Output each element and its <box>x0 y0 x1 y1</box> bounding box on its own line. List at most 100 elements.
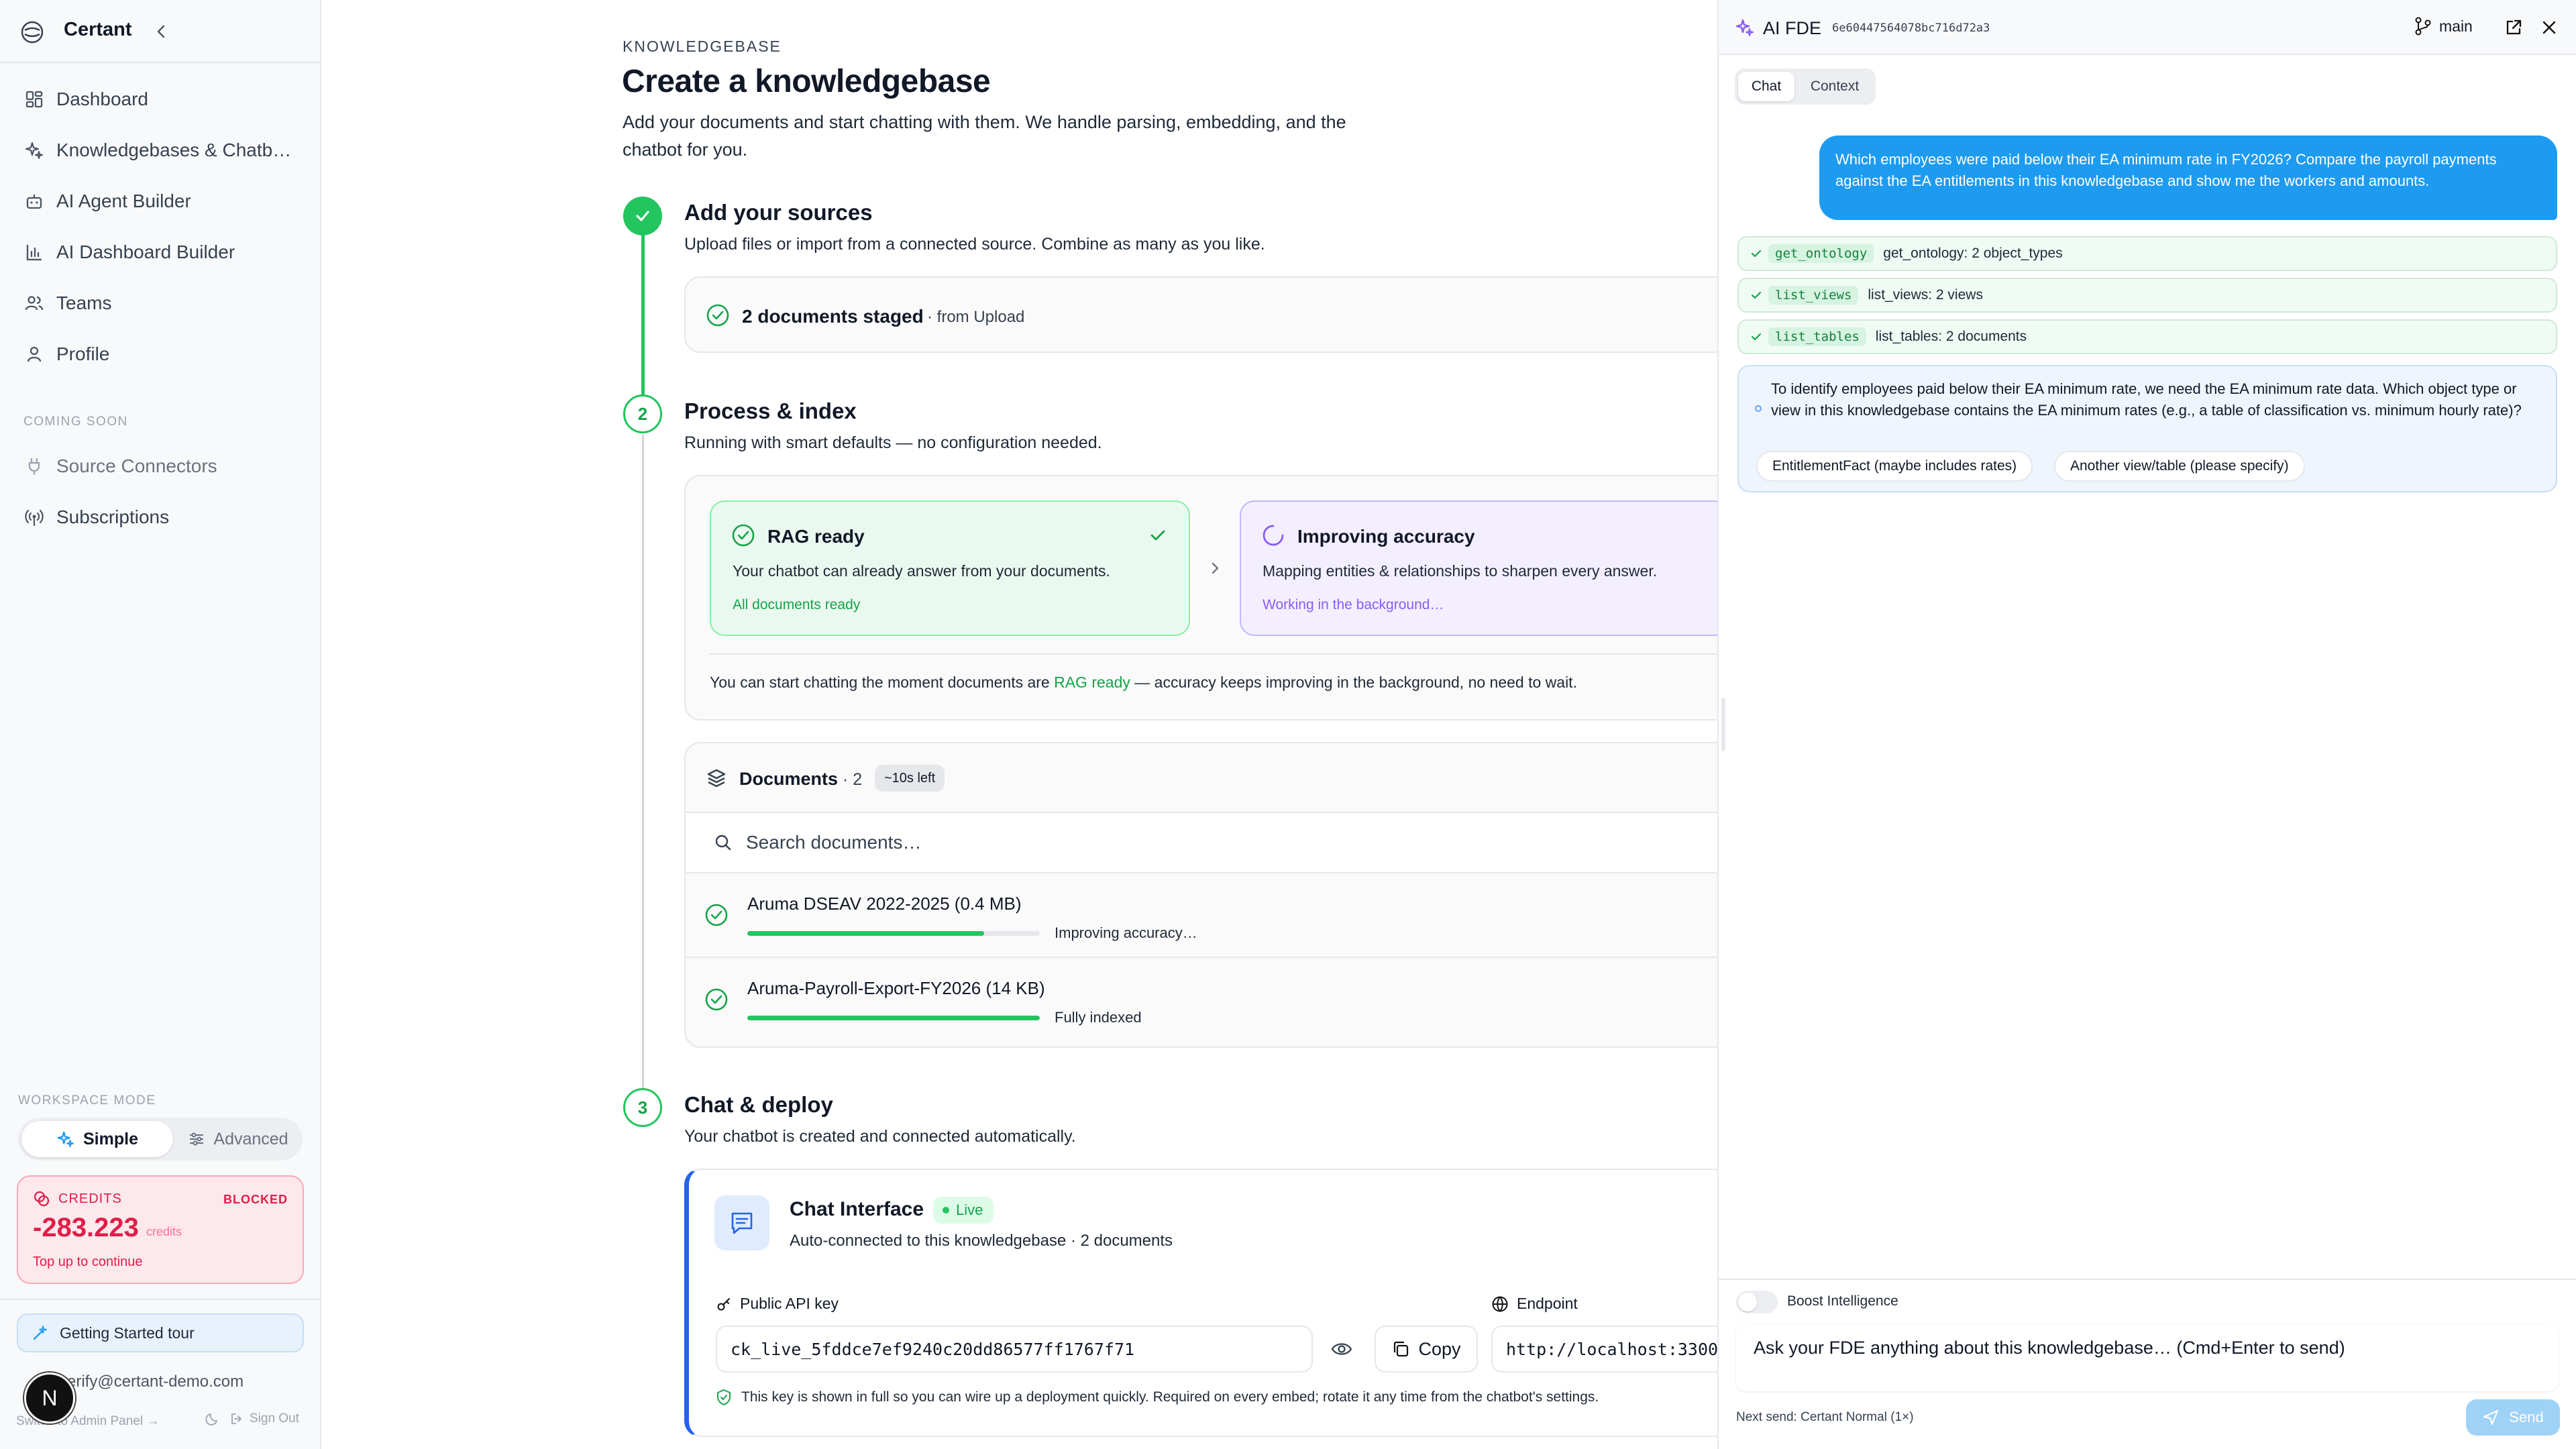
tool-call-item[interactable]: get_ontology get_ontology: 2 object_type… <box>1737 236 2557 271</box>
page-lead: Add your documents and start chatting wi… <box>623 112 1346 160</box>
sidebar-item-profile[interactable]: Profile <box>23 334 305 374</box>
improving-accuracy-status: Working in the background… <box>1263 597 1444 612</box>
document-search[interactable]: Search documents… <box>686 813 1756 872</box>
sidebar-item-label: Subscriptions <box>56 506 170 527</box>
timeline-line-done <box>641 235 645 415</box>
credits-label: CREDITS <box>58 1191 122 1206</box>
endpoint-label: Endpoint <box>1491 1295 1578 1313</box>
sidebar-header: Certant <box>0 0 320 63</box>
tab-chat[interactable]: Chat <box>1738 72 1794 101</box>
fde-session-id: 6e60447564078bc716d72a3 <box>1832 21 1990 35</box>
rag-ready-desc: Your chatbot can already answer from you… <box>733 562 1110 580</box>
coming-soon-label: COMING SOON <box>23 415 128 429</box>
sparkles-icon <box>56 1130 75 1148</box>
key-icon <box>716 1296 732 1312</box>
sidebar-item-label: Knowledgebases & Chatb… <box>56 140 292 160</box>
step-3-desc: Your chatbot is created and connected au… <box>684 1127 1076 1146</box>
divider <box>1719 1279 2576 1280</box>
process-note: You can start chatting the moment docume… <box>710 674 1577 691</box>
sidebar-item-ai-agent-builder[interactable]: AI Agent Builder <box>23 181 305 221</box>
rag-ready-link[interactable]: RAG ready <box>1054 674 1130 691</box>
check-circle-icon <box>731 523 755 547</box>
api-key-field[interactable]: ck_live_5fddce7ef9240c20dd86577ff1767f71 <box>716 1326 1313 1373</box>
option-another-view-button[interactable]: Another view/table (please specify) <box>2054 451 2305 482</box>
list-item[interactable]: Aruma-Payroll-Export-FY2026 (14 KB) Full… <box>686 958 1756 1041</box>
sidebar-item-label: AI Dashboard Builder <box>56 241 235 262</box>
avatar[interactable]: N <box>24 1373 75 1424</box>
sparkles-icon <box>23 139 46 162</box>
tool-code: list_views <box>1768 286 1859 305</box>
credits-card[interactable]: CREDITS BLOCKED -283.223 credits Top up … <box>17 1175 304 1284</box>
toggle-knob <box>1738 1293 1757 1311</box>
send-button[interactable]: Send <box>2466 1399 2560 1436</box>
user-icon <box>23 343 46 366</box>
chat-interface-title: Chat Interface <box>790 1198 924 1220</box>
credits-icon <box>33 1190 50 1208</box>
sidebar-item-dashboard[interactable]: Dashboard <box>23 79 305 119</box>
chat-interface-sub: Auto-connected to this knowledgebase · 2… <box>790 1232 1173 1250</box>
fde-tabs: Chat Context <box>1735 68 1876 105</box>
sidebar-item-teams[interactable]: Teams <box>23 283 305 323</box>
divider <box>710 653 1743 655</box>
option-entitlementfact-button[interactable]: EntitlementFact (maybe includes rates) <box>1756 451 2033 482</box>
resize-handle[interactable] <box>1721 698 1725 751</box>
progress-fill <box>747 1016 1040 1020</box>
improving-accuracy-desc: Mapping entities & relationships to shar… <box>1263 562 1658 580</box>
step-2-title: Process & index <box>684 398 857 423</box>
grid-icon <box>23 88 46 111</box>
external-link-icon[interactable] <box>2504 17 2524 38</box>
mode-advanced-button[interactable]: Advanced <box>176 1121 300 1157</box>
document-name: Aruma DSEAV 2022-2025 (0.4 MB) <box>747 894 1022 914</box>
workspace-mode-toggle: Simple Advanced <box>18 1118 303 1161</box>
step-2-number: 2 <box>623 394 662 433</box>
tool-call-item[interactable]: list_views list_views: 2 views <box>1737 278 2557 313</box>
sidebar-item-label: Dashboard <box>56 89 148 109</box>
eta-badge: ~10s left <box>875 765 945 792</box>
tool-code: list_tables <box>1768 327 1866 346</box>
tab-context[interactable]: Context <box>1798 72 1872 101</box>
sidebar: Certant Dashboard Knowledgebases & Chatb… <box>0 0 321 1449</box>
check-circle-icon <box>704 987 729 1012</box>
brand-name: Certant <box>64 19 132 40</box>
tool-call-item[interactable]: list_tables list_tables: 2 documents <box>1737 319 2557 354</box>
sidebar-item-subscriptions: Subscriptions <box>23 497 305 537</box>
document-status: Fully indexed <box>1055 1009 1142 1026</box>
document-progress <box>747 931 1040 936</box>
live-badge: Live <box>933 1197 994 1224</box>
search-input[interactable]: Search documents… <box>746 832 921 853</box>
eye-icon[interactable] <box>1330 1339 1353 1359</box>
boost-intelligence-toggle[interactable] <box>1736 1291 1778 1313</box>
workspace-mode-label: WORKSPACE MODE <box>18 1093 156 1108</box>
list-item[interactable]: Aruma DSEAV 2022-2025 (0.4 MB) Improving… <box>686 873 1756 957</box>
sliders-icon <box>188 1130 205 1148</box>
collapse-sidebar-icon[interactable] <box>152 21 172 42</box>
sidebar-item-knowledgebases[interactable]: Knowledgebases & Chatb… <box>23 130 305 170</box>
endpoint-field[interactable]: http://localhost:3300 <box>1491 1326 1746 1373</box>
chevron-right-icon <box>1206 559 1224 577</box>
check-icon <box>1750 330 1763 343</box>
step-3-number: 3 <box>623 1088 662 1127</box>
git-branch-icon <box>2414 16 2432 36</box>
tool-code: get_ontology <box>1768 244 1874 263</box>
layers-icon <box>706 767 727 789</box>
api-key-note: This key is shown in full so you can wir… <box>716 1389 1599 1406</box>
fde-title: AI FDE <box>1763 18 1822 38</box>
sidebar-item-label: Teams <box>56 292 112 313</box>
boost-intelligence-label: Boost Intelligence <box>1787 1293 1898 1309</box>
dot-icon <box>1754 404 1763 413</box>
getting-started-tour-button[interactable]: Getting Started tour <box>17 1313 304 1352</box>
copy-button[interactable]: Copy <box>1375 1326 1478 1373</box>
logout-icon <box>229 1411 244 1426</box>
fde-chat-input[interactable]: Ask your FDE anything about this knowled… <box>1736 1324 2559 1391</box>
chat-icon <box>714 1195 769 1250</box>
bot-icon <box>23 190 46 213</box>
close-icon[interactable] <box>2540 18 2559 37</box>
branch-selector[interactable]: main <box>2414 16 2473 36</box>
sidebar-item-ai-dashboard-builder[interactable]: AI Dashboard Builder <box>23 232 305 272</box>
page-title: Create a knowledgebase <box>622 64 991 99</box>
sign-out-button[interactable]: Sign Out <box>205 1411 299 1426</box>
check-icon <box>636 211 649 221</box>
top-up-link[interactable]: Top up to continue <box>33 1254 142 1270</box>
chart-icon <box>23 241 46 264</box>
mode-simple-button[interactable]: Simple <box>21 1121 173 1157</box>
